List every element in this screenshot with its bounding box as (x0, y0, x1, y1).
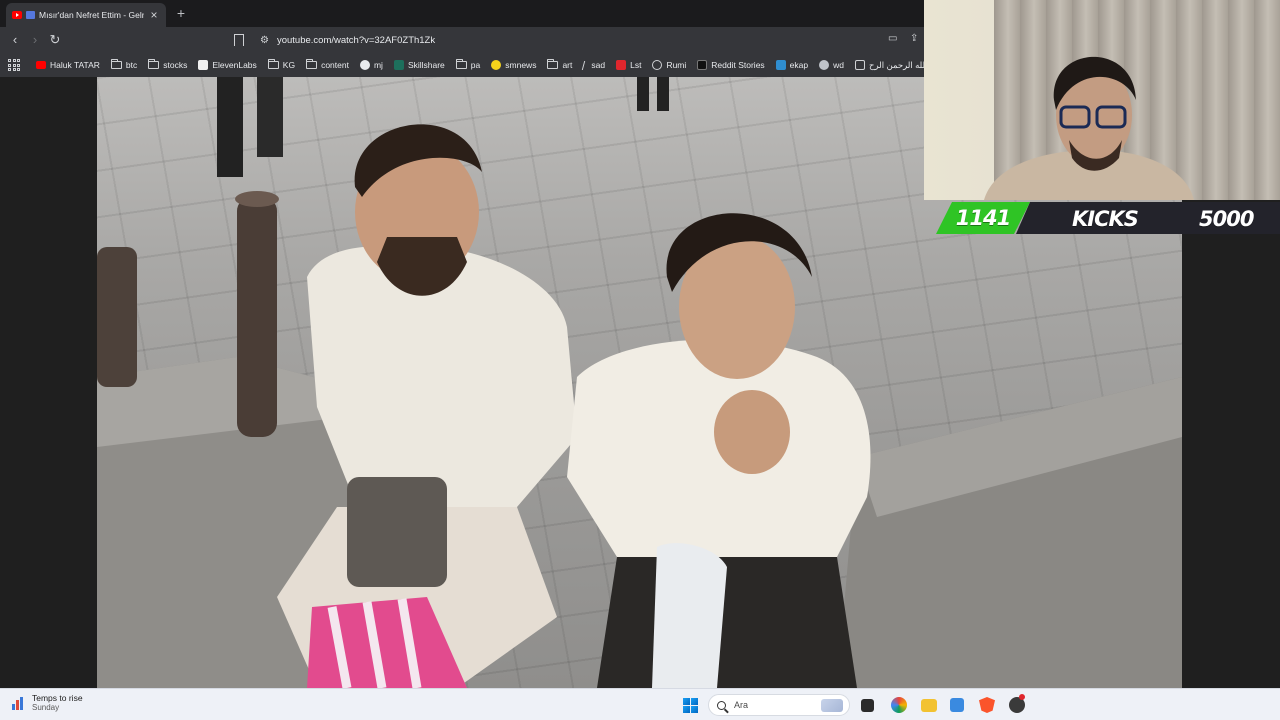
folder-icon (547, 59, 559, 69)
folder-icon (148, 59, 160, 69)
desktop-screen: Mısır'dan Nefret Ettim - Gelmeyin × + ‹ … (0, 0, 1280, 720)
snipping-tool-icon[interactable] (950, 698, 964, 712)
notification-badge (1019, 694, 1025, 700)
kicks-progress-fill: 1141 (936, 202, 1030, 234)
kicks-count: 1141 (955, 206, 1011, 230)
windows-start-icon[interactable] (683, 698, 698, 713)
browser-window: Mısır'dan Nefret Ettim - Gelmeyin × + ‹ … (0, 0, 924, 77)
install-app-icon[interactable]: ▭ (888, 33, 897, 44)
youtube-icon (36, 61, 46, 69)
skillshare-icon (393, 60, 404, 70)
task-view-icon[interactable] (861, 699, 874, 712)
bookmark-smnews[interactable]: smnews (491, 60, 536, 70)
ekap-icon (775, 60, 786, 70)
bookmark-reddit-stories[interactable]: Reddit Stories (697, 60, 765, 70)
weather-title: Temps to rise (32, 693, 83, 703)
bookmark-wd[interactable]: wd (819, 60, 844, 70)
folder-icon (267, 59, 279, 69)
wd-icon (819, 60, 830, 70)
search-placeholder: Ara (734, 700, 749, 710)
tab-strip: Mısır'dan Nefret Ettim - Gelmeyin × + (0, 0, 924, 27)
bookmark-haluk-tatar[interactable]: Haluk TATAR (36, 60, 100, 70)
smiley-icon (491, 60, 502, 70)
bookmark-rumi[interactable]: Rumi (652, 60, 686, 70)
bookmark-elevenlabs[interactable]: ElevenLabs (198, 60, 257, 70)
taskbar-search[interactable]: Ara (708, 694, 850, 716)
bookmark-lst[interactable]: Lst (616, 60, 641, 70)
bookmark-content[interactable]: content (306, 59, 349, 70)
bookmark-kg[interactable]: KG (267, 59, 295, 70)
kicks-label: KICKS (1072, 207, 1139, 231)
apps-grid-icon[interactable] (8, 59, 20, 71)
bookmark-pa[interactable]: pa (455, 59, 480, 70)
file-explorer-icon[interactable] (921, 699, 937, 712)
tab-title: Mısır'dan Nefret Ettim - Gelmeyin (39, 10, 144, 20)
site-info-icon[interactable]: ⚙ (260, 35, 269, 46)
bookmark-stocks[interactable]: stocks (148, 59, 187, 70)
copilot-icon[interactable] (891, 697, 907, 713)
weather-widget[interactable]: Temps to rise Sunday (12, 693, 83, 712)
tab-close-icon[interactable]: × (148, 9, 160, 21)
new-tab-icon[interactable]: + (174, 5, 188, 21)
flag-icon (26, 11, 35, 19)
bookmark-sad[interactable]: sad (582, 60, 605, 70)
streamer-webcam (924, 0, 1280, 200)
bookmark-icon[interactable] (234, 34, 244, 49)
bookmark-btc[interactable]: btc (110, 59, 137, 70)
bookmark-ekap[interactable]: ekap (775, 60, 808, 70)
tab-active[interactable]: Mısır'dan Nefret Ettim - Gelmeyin × (6, 3, 166, 27)
page-icon (854, 60, 865, 70)
weather-day: Sunday (32, 703, 60, 712)
bookmarks-bar: Haluk TATAR btc stocks ElevenLabs KG con… (0, 53, 924, 77)
folder-icon (455, 59, 467, 69)
url-text: youtube.com/watch?v=32AF0ZTh1Zk (276, 34, 436, 46)
d-icon (697, 60, 708, 70)
search-highlight-icon (821, 699, 843, 712)
back-icon[interactable]: ‹ (7, 32, 23, 48)
elevenlabs-icon (198, 60, 209, 70)
github-icon (359, 60, 370, 70)
streamer-figure (984, 56, 1194, 200)
bookmark-arabic[interactable]: الله الرحمن الرح... (854, 60, 924, 71)
kicks-goal-value: 5000 (1199, 207, 1254, 231)
globe-icon (652, 60, 663, 70)
address-bar[interactable]: ⚙ youtube.com/watch?v=32AF0ZTh1Zk (254, 30, 894, 50)
brave-browser-icon[interactable] (979, 697, 995, 713)
folder-icon (306, 59, 318, 69)
windows-taskbar: Temps to rise Sunday Ara (0, 688, 1280, 720)
youtube-favicon-icon (12, 11, 22, 19)
kicks-goal-bar: 1141 KICKS 5000 (936, 202, 1280, 234)
weather-chart-icon (12, 696, 24, 710)
reload-icon[interactable]: ↻ (47, 32, 63, 48)
bookmark-mj[interactable]: mj (359, 60, 383, 70)
navigation-bar: ‹ › ↻ ⚙ youtube.com/watch?v=32AF0ZTh1Zk … (0, 27, 924, 53)
s-icon (616, 60, 627, 70)
forward-icon[interactable]: › (27, 32, 43, 48)
share-icon[interactable]: ⇪ (910, 33, 918, 44)
bookmark-skillshare[interactable]: Skillshare (393, 60, 445, 70)
slash-icon (582, 60, 589, 70)
bookmark-art[interactable]: art (547, 59, 572, 70)
search-icon (717, 700, 726, 710)
folder-icon (110, 59, 122, 69)
